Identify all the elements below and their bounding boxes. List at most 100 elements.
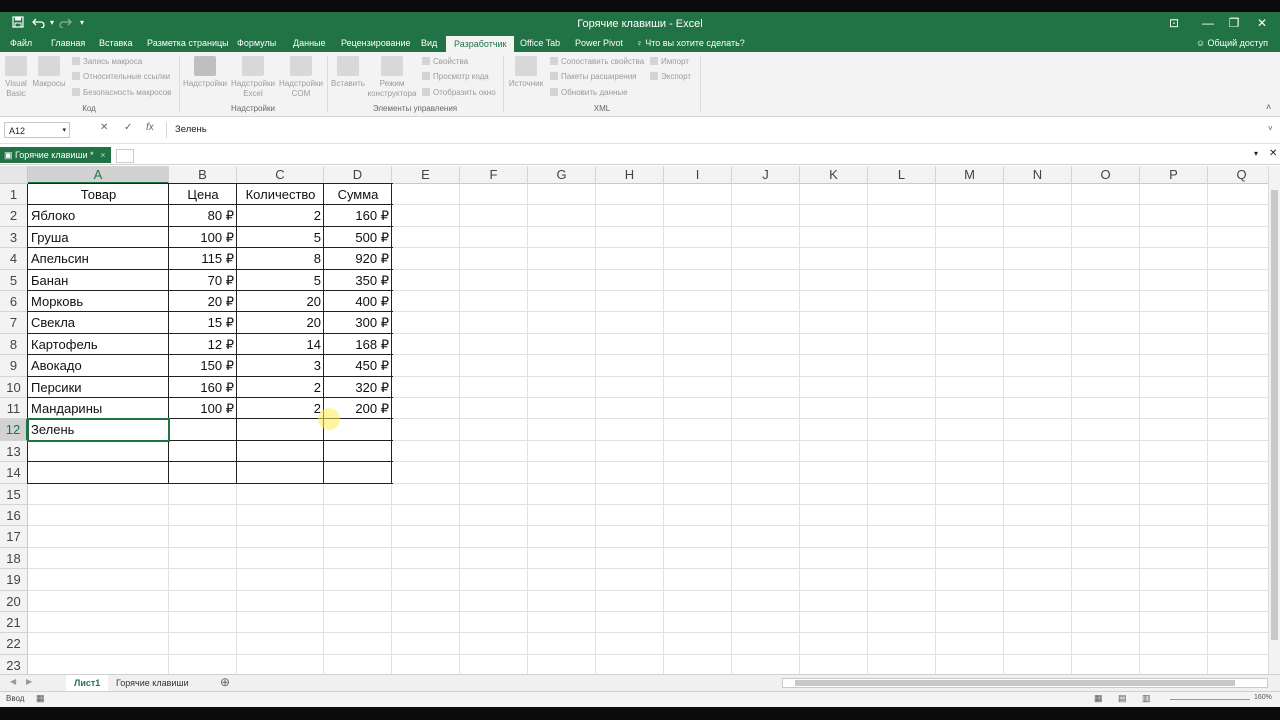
show-window-button[interactable]: Отобразить окно — [422, 88, 496, 97]
row-header-15[interactable]: 15 — [0, 483, 28, 505]
row-header-2[interactable]: 2 — [0, 205, 28, 227]
row-header-19[interactable]: 19 — [0, 569, 28, 591]
tab-insert[interactable]: Вставка — [99, 38, 132, 48]
table-cell[interactable] — [169, 441, 237, 462]
table-cell[interactable]: 168 ₽ — [324, 334, 392, 355]
minimize-button[interactable]: — — [1198, 16, 1218, 30]
vertical-scroll-thumb[interactable] — [1271, 190, 1278, 640]
tab-power-pivot[interactable]: Power Pivot — [575, 38, 623, 48]
table-cell[interactable] — [169, 462, 237, 483]
table-cell[interactable]: 2 — [237, 398, 324, 419]
tab-file[interactable]: Файл — [10, 38, 32, 48]
table-cell[interactable]: 450 ₽ — [324, 355, 392, 376]
table-cell[interactable] — [324, 441, 392, 462]
table-cell[interactable]: 115 ₽ — [169, 248, 237, 269]
row-header-7[interactable]: 7 — [0, 312, 28, 334]
table-cell[interactable]: 2 — [237, 377, 324, 398]
table-cell[interactable]: Свекла — [28, 312, 169, 333]
page-break-view-icon[interactable]: ▥ — [1142, 693, 1151, 704]
ribbon-display-icon[interactable]: ⊡ — [1164, 16, 1184, 30]
column-header-o[interactable]: O — [1072, 166, 1140, 184]
row-header-8[interactable]: 8 — [0, 333, 28, 356]
com-addins-button[interactable]: Надстройки COM — [278, 54, 324, 99]
expansion-packs-button[interactable]: Пакеты расширения — [550, 72, 637, 81]
row-header-12[interactable]: 12 — [0, 419, 28, 441]
table-cell[interactable]: Банан — [28, 270, 169, 291]
tab-formulas[interactable]: Формулы — [237, 38, 276, 48]
table-cell[interactable]: 320 ₽ — [324, 377, 392, 398]
name-box[interactable]: A12 ▾ — [4, 122, 70, 138]
table-cell[interactable]: 12 ₽ — [169, 334, 237, 355]
insert-control-button[interactable]: Вставить — [330, 54, 366, 89]
table-cell[interactable]: 920 ₽ — [324, 248, 392, 269]
share-button[interactable]: ☺ Общий доступ — [1196, 38, 1268, 48]
row-header-11[interactable]: 11 — [0, 398, 28, 420]
horizontal-scroll-thumb[interactable] — [795, 680, 1235, 686]
table-cell[interactable]: 8 — [237, 248, 324, 269]
table-cell[interactable]: Мандарины — [28, 398, 169, 419]
table-cell[interactable] — [169, 419, 237, 440]
xml-source-button[interactable]: Источник — [506, 54, 546, 89]
column-header-f[interactable]: F — [460, 166, 528, 184]
table-cell[interactable]: 150 ₽ — [169, 355, 237, 376]
properties-button[interactable]: Свойства — [422, 57, 468, 66]
tab-data[interactable]: Данные — [293, 38, 326, 48]
column-header-m[interactable]: M — [936, 166, 1004, 184]
table-cell[interactable]: 15 ₽ — [169, 312, 237, 333]
column-header-p[interactable]: P — [1140, 166, 1208, 184]
table-cell[interactable] — [237, 419, 324, 440]
table-cell[interactable]: Яблоко — [28, 205, 169, 226]
table-cell[interactable]: 20 — [237, 312, 324, 333]
excel-addins-button[interactable]: Надстройки Excel — [230, 54, 276, 99]
horizontal-scrollbar[interactable] — [782, 678, 1268, 688]
table-cell[interactable]: 5 — [237, 270, 324, 291]
table-cell[interactable]: 500 ₽ — [324, 227, 392, 248]
normal-view-icon[interactable]: ▦ — [1094, 693, 1103, 704]
table-cell[interactable] — [28, 441, 169, 462]
table-header-cell[interactable]: Товар — [28, 184, 169, 205]
table-cell[interactable]: Апельсин — [28, 248, 169, 269]
column-header-g[interactable]: G — [528, 166, 596, 184]
table-cell[interactable] — [324, 462, 392, 483]
restore-button[interactable]: ❐ — [1224, 16, 1244, 30]
relative-refs-button[interactable]: Относительные ссылки — [72, 72, 170, 81]
table-cell[interactable]: 400 ₽ — [324, 291, 392, 312]
tab-developer[interactable]: Разработчик — [446, 36, 515, 52]
table-cell[interactable]: 80 ₽ — [169, 205, 237, 226]
column-header-b[interactable]: B — [169, 166, 237, 184]
close-button[interactable]: ✕ — [1252, 16, 1272, 30]
column-header-q[interactable]: Q — [1208, 166, 1268, 184]
tab-page-layout[interactable]: Разметка страницы — [147, 38, 229, 48]
row-header-10[interactable]: 10 — [0, 376, 28, 398]
collapse-ribbon-icon[interactable]: ˄ — [1266, 102, 1271, 112]
table-header-cell[interactable]: Цена — [169, 184, 237, 205]
column-header-h[interactable]: H — [596, 166, 664, 184]
column-header-d[interactable]: D — [324, 166, 392, 184]
table-cell[interactable]: 2 — [237, 205, 324, 226]
visual-basic-button[interactable]: Visual Basic — [2, 54, 30, 99]
tab-list-icon[interactable]: ▾ — [1254, 149, 1258, 158]
row-header-1[interactable]: 1 — [0, 184, 28, 206]
column-header-l[interactable]: L — [868, 166, 936, 184]
column-header-c[interactable]: C — [237, 166, 324, 184]
spreadsheet-grid[interactable]: A B C D E F G H I J K L M N O P Q 1 2 3 4 5 6 7 8 9 10 11 12 13 14 15 16… — [0, 166, 1268, 674]
cancel-icon[interactable]: ✕ — [100, 122, 108, 133]
table-cell[interactable] — [237, 441, 324, 462]
chevron-down-icon[interactable]: ▾ — [62, 123, 66, 139]
enter-icon[interactable]: ✓ — [124, 122, 132, 133]
table-header-cell[interactable]: Сумма — [324, 184, 392, 205]
page-layout-view-icon[interactable]: ▤ — [1118, 693, 1127, 704]
table-cell[interactable]: Персики — [28, 377, 169, 398]
table-cell[interactable]: 300 ₽ — [324, 312, 392, 333]
table-cell[interactable]: 20 — [237, 291, 324, 312]
next-sheet-icon[interactable]: ▶ — [26, 677, 32, 686]
table-cell[interactable]: 100 ₽ — [169, 227, 237, 248]
table-cell[interactable]: 5 — [237, 227, 324, 248]
table-cell[interactable]: 350 ₽ — [324, 270, 392, 291]
table-cell[interactable]: Авокадо — [28, 355, 169, 376]
close-all-icon[interactable]: ✕ — [1269, 148, 1277, 159]
table-cell[interactable]: 160 ₽ — [169, 377, 237, 398]
addins-button[interactable]: Надстройки — [182, 54, 228, 89]
table-cell[interactable]: Груша — [28, 227, 169, 248]
formula-input[interactable]: Зелень — [166, 122, 1272, 138]
